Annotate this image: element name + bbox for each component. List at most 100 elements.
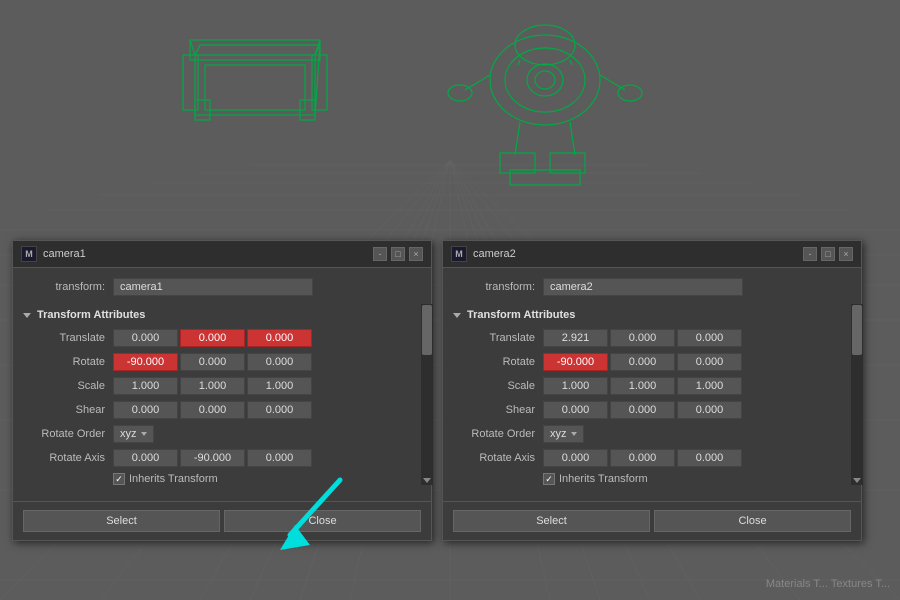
- dialog2-rotate-axis-z[interactable]: [677, 449, 742, 467]
- dialog1-scrollbar-thumb[interactable]: [422, 305, 432, 355]
- dialog2-close-button-footer[interactable]: Close: [654, 510, 851, 532]
- dialog2-maximize-button[interactable]: □: [821, 247, 835, 261]
- dialog1-close-button[interactable]: ×: [409, 247, 423, 261]
- dialog1-shear-label: Shear: [23, 404, 113, 416]
- dialog2-transform-label: transform:: [453, 281, 543, 293]
- dialog2-rotate-order-dropdown-arrow: [571, 432, 577, 436]
- dialog2-translate-z[interactable]: [677, 329, 742, 347]
- dialog2-translate-label: Translate: [453, 332, 543, 344]
- dialog2-inherits-checkbox[interactable]: ✓: [543, 473, 555, 485]
- dialog2-section-title: Transform Attributes: [467, 309, 575, 321]
- dialog2-inherits-row: ✓ Inherits Transform: [453, 473, 851, 485]
- titlebar-camera2: M camera2 - □ ×: [443, 241, 861, 268]
- dialog1-rotate-label: Rotate: [23, 356, 113, 368]
- dialog2-rotate-axis-x[interactable]: [543, 449, 608, 467]
- dialog1-scale-x[interactable]: [113, 377, 178, 395]
- maya-logo-1: M: [21, 246, 37, 262]
- dialog1-shear-y[interactable]: [180, 401, 245, 419]
- dialog1-scale-row: Scale: [23, 377, 421, 395]
- dialog2-scrollbar[interactable]: [851, 304, 863, 485]
- dialog1-rotate-order-label: Rotate Order: [23, 428, 113, 440]
- dialog1-rotate-axis-z[interactable]: [247, 449, 312, 467]
- dialog2-scale-label: Scale: [453, 380, 543, 392]
- dialog1-inherits-label: Inherits Transform: [129, 473, 218, 485]
- titlebar-camera1: M camera1 - □ ×: [13, 241, 431, 268]
- dialog1-translate-x[interactable]: [113, 329, 178, 347]
- dialog1-rotate-x[interactable]: [113, 353, 178, 371]
- dialog1-scroll-down[interactable]: [421, 476, 433, 485]
- dialog1-translate-label: Translate: [23, 332, 113, 344]
- maya-logo-2: M: [451, 246, 467, 262]
- dialog1-transform-input[interactable]: [113, 278, 313, 296]
- dialog1-section-title: Transform Attributes: [37, 309, 145, 321]
- dialog2-shear-x[interactable]: [543, 401, 608, 419]
- dialog2-scale-x[interactable]: [543, 377, 608, 395]
- dialog1-rotate-axis-label: Rotate Axis: [23, 452, 113, 464]
- dialog2-select-button[interactable]: Select: [453, 510, 650, 532]
- dialog1-rotate-row: Rotate: [23, 353, 421, 371]
- dialog2-scale-y[interactable]: [610, 377, 675, 395]
- dialog2-shear-row: Shear: [453, 401, 851, 419]
- dialog2-translate-x[interactable]: [543, 329, 608, 347]
- dialog2-translate-y[interactable]: [610, 329, 675, 347]
- dialog1-scrollable: Transform Attributes Translate Rotate Sc…: [23, 304, 421, 485]
- dialog2-rotate-label: Rotate: [453, 356, 543, 368]
- dialog1-scrollbar[interactable]: [421, 304, 433, 485]
- transform-field-row-2: transform:: [453, 278, 851, 296]
- dialog1-rotate-order-select[interactable]: xyz: [113, 425, 154, 443]
- section-arrow-1: [23, 313, 31, 318]
- dialog2-rotate-order-value: xyz: [550, 428, 567, 440]
- dialog2-transform-input[interactable]: [543, 278, 743, 296]
- dialog2-footer: Select Close: [443, 501, 861, 540]
- dialog1-shear-x[interactable]: [113, 401, 178, 419]
- dialog2-scroll-down[interactable]: [851, 476, 863, 485]
- dialog1-rotate-z[interactable]: [247, 353, 312, 371]
- section-arrow-2: [453, 313, 461, 318]
- dialog2-rotate-axis-y[interactable]: [610, 449, 675, 467]
- dialog1-inherits-checkbox[interactable]: ✓: [113, 473, 125, 485]
- dialog1-inherits-row: ✓ Inherits Transform: [23, 473, 421, 485]
- dialog2-scale-z[interactable]: [677, 377, 742, 395]
- dialog1-footer: Select Close: [13, 501, 431, 540]
- dialog2-rotate-row: Rotate: [453, 353, 851, 371]
- dialog1-scale-y[interactable]: [180, 377, 245, 395]
- dialog1-translate-y[interactable]: [180, 329, 245, 347]
- dialog2-section-header: Transform Attributes: [453, 304, 851, 329]
- dialog2-shear-y[interactable]: [610, 401, 675, 419]
- dialog1-close-button-footer[interactable]: Close: [224, 510, 421, 532]
- dialog2-minimize-button[interactable]: -: [803, 247, 817, 261]
- dialog1-translate-row: Translate: [23, 329, 421, 347]
- dialog2-close-button[interactable]: ×: [839, 247, 853, 261]
- dialog1-rotate-order-dropdown-arrow: [141, 432, 147, 436]
- dialog1-shear-z[interactable]: [247, 401, 312, 419]
- dialog1-rotate-axis-y[interactable]: [180, 449, 245, 467]
- dialog1-scale-label: Scale: [23, 380, 113, 392]
- dialog2-scrollable: Transform Attributes Translate Rotate Sc…: [453, 304, 851, 485]
- dialog1-maximize-button[interactable]: □: [391, 247, 405, 261]
- dialog2-controls[interactable]: - □ ×: [803, 247, 853, 261]
- dialog2-scrollbar-thumb[interactable]: [852, 305, 862, 355]
- dialog1-controls[interactable]: - □ ×: [373, 247, 423, 261]
- dialog-camera1: M camera1 - □ × transform: Transform Att…: [12, 240, 432, 541]
- dialog2-translate-row: Translate: [453, 329, 851, 347]
- dialog2-inherits-label: Inherits Transform: [559, 473, 648, 485]
- dialog2-rotate-order-label: Rotate Order: [453, 428, 543, 440]
- dialog2-body: transform: Transform Attributes Translat…: [443, 268, 861, 501]
- dialog2-rotate-y[interactable]: [610, 353, 675, 371]
- dialog1-rotate-axis-x[interactable]: [113, 449, 178, 467]
- dialog1-scroll-arrow-down: [423, 478, 431, 483]
- dialog1-translate-z[interactable]: [247, 329, 312, 347]
- dialog2-shear-z[interactable]: [677, 401, 742, 419]
- dialog2-rotate-order-select[interactable]: xyz: [543, 425, 584, 443]
- dialog1-minimize-button[interactable]: -: [373, 247, 387, 261]
- transform-field-row-1: transform:: [23, 278, 421, 296]
- dialog1-rotate-axis-row: Rotate Axis: [23, 449, 421, 467]
- dialog2-rotate-z[interactable]: [677, 353, 742, 371]
- dialog1-scale-z[interactable]: [247, 377, 312, 395]
- dialog1-transform-label: transform:: [23, 281, 113, 293]
- dialog1-select-button[interactable]: Select: [23, 510, 220, 532]
- dialog1-body: transform: Transform Attributes Translat…: [13, 268, 431, 501]
- dialog2-shear-label: Shear: [453, 404, 543, 416]
- dialog1-rotate-y[interactable]: [180, 353, 245, 371]
- dialog2-rotate-x[interactable]: [543, 353, 608, 371]
